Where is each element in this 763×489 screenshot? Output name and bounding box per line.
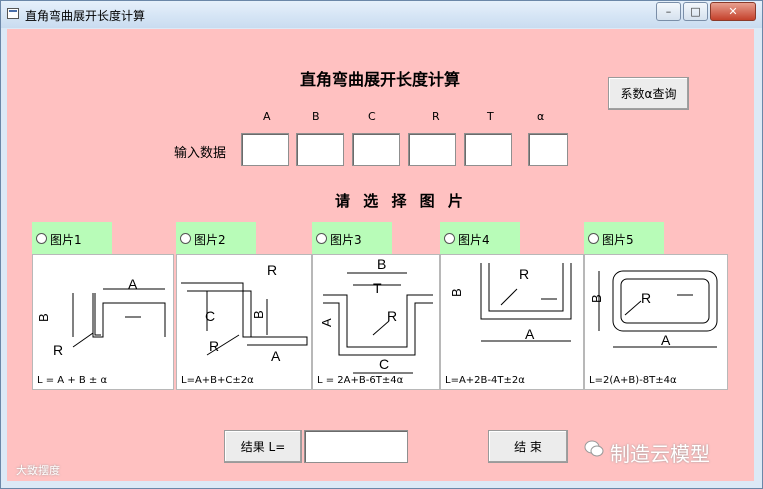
page-title: 直角弯曲展开长度计算 — [300, 70, 461, 89]
column-label-a: A — [263, 110, 271, 123]
formula-4: L=A+2B-4T±2α — [445, 375, 525, 386]
option-4-label: 图片4 — [458, 233, 490, 247]
option-2-radio[interactable]: 图片2 — [176, 222, 256, 254]
bend-diagram-3: B T A R C — [319, 256, 433, 374]
wechat-icon — [584, 440, 604, 457]
letter-b: B — [36, 313, 51, 322]
input-data-label: 输入数据 — [174, 146, 227, 161]
radio-circle-icon — [180, 233, 191, 244]
option-1-radio[interactable]: 图片1 — [32, 222, 112, 254]
letter-b: B — [377, 256, 386, 272]
letter-a: A — [128, 276, 138, 292]
input-a[interactable] — [241, 133, 289, 166]
radio-circle-icon — [36, 233, 47, 244]
option-5-diagram[interactable]: B R A L=2(A+B)-8T±4α — [584, 254, 728, 390]
letter-r: R — [267, 262, 277, 278]
input-alpha[interactable] — [528, 133, 568, 166]
column-label-b: B — [312, 110, 320, 123]
formula-5: L=2(A+B)-8T±4α — [589, 375, 677, 386]
option-3-label: 图片3 — [330, 233, 362, 247]
option-1-diagram[interactable]: A B R L = A + B ± α — [32, 254, 174, 390]
column-label-alpha: α — [537, 110, 545, 123]
letter-a: A — [525, 326, 535, 342]
letter-r: R — [53, 342, 63, 358]
coefficient-lookup-button[interactable]: 系数α查询 — [608, 77, 689, 110]
select-picture-title: 请 选 择 图 片 — [335, 192, 467, 210]
radio-circle-icon — [588, 233, 599, 244]
maximize-button[interactable]: □ — [683, 2, 708, 21]
result-output[interactable] — [304, 430, 408, 463]
input-r[interactable] — [408, 133, 456, 166]
letter-r: R — [519, 266, 529, 282]
letter-b: B — [251, 310, 266, 319]
formula-1: L = A + B ± α — [37, 375, 108, 386]
radio-circle-icon — [444, 233, 455, 244]
bend-diagram-4: B R A — [449, 263, 572, 342]
letter-r: R — [641, 290, 651, 306]
letter-c: C — [205, 308, 215, 324]
option-4-diagram[interactable]: B R A L=A+2B-4T±2α — [440, 254, 584, 390]
radio-circle-icon — [316, 233, 327, 244]
minimize-button[interactable]: – — [656, 2, 681, 21]
close-button[interactable]: ✕ — [710, 2, 756, 21]
letter-a: A — [319, 318, 334, 327]
bend-diagram-2: R C B R A — [181, 262, 308, 364]
option-3-radio[interactable]: 图片3 — [312, 222, 392, 254]
bend-diagram-5: B R A — [589, 270, 718, 348]
input-b[interactable] — [296, 133, 344, 166]
letter-a: A — [271, 348, 281, 364]
result-label: 结果 L= — [224, 430, 302, 463]
column-label-r: R — [432, 110, 440, 123]
watermark-left: 大致摆度 — [16, 464, 60, 477]
window-title: 直角弯曲展开长度计算 — [25, 9, 146, 23]
input-c[interactable] — [352, 133, 400, 166]
watermark-right: 制造云模型 — [610, 442, 710, 466]
app-icon — [7, 8, 19, 19]
end-button[interactable]: 结 束 — [488, 430, 568, 463]
letter-r: R — [387, 308, 397, 324]
bend-diagram-1: A B R — [36, 276, 166, 358]
option-2-diagram[interactable]: R C B R A L=A+B+C±2α — [176, 254, 312, 390]
letter-a: A — [661, 332, 671, 348]
title-bar: 直角弯曲展开长度计算 – □ ✕ — [1, 1, 762, 28]
letter-c: C — [379, 356, 389, 372]
column-label-c: C — [368, 110, 376, 123]
formula-2: L=A+B+C±2α — [181, 375, 254, 386]
option-5-label: 图片5 — [602, 233, 634, 247]
letter-b: B — [449, 288, 464, 297]
option-5-radio[interactable]: 图片5 — [584, 222, 664, 254]
option-3-diagram[interactable]: B T A R C L = 2A+B-6T±4α — [312, 254, 440, 390]
column-label-t: T — [487, 110, 494, 123]
letter-b: B — [589, 294, 604, 303]
option-2-label: 图片2 — [194, 233, 226, 247]
letter-r: R — [209, 338, 219, 354]
option-4-radio[interactable]: 图片4 — [440, 222, 520, 254]
letter-t: T — [373, 280, 382, 296]
option-1-label: 图片1 — [50, 233, 82, 247]
input-t[interactable] — [464, 133, 512, 166]
formula-3: L = 2A+B-6T±4α — [317, 375, 404, 386]
